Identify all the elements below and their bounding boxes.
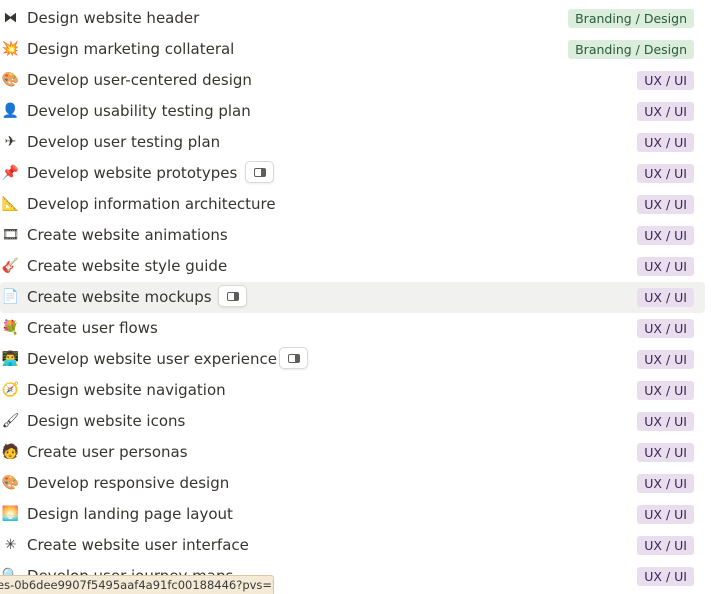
- category-tag[interactable]: UX / UI: [637, 164, 694, 183]
- category-tag[interactable]: UX / UI: [637, 536, 694, 555]
- category-tag[interactable]: UX / UI: [637, 102, 694, 121]
- list-item[interactable]: 👤 Develop usability testing plan UX / UI: [0, 96, 705, 127]
- item-title: Create user flows: [27, 319, 158, 337]
- open-in-side-peek-button[interactable]: [245, 161, 274, 183]
- link-preview-statusbar: es-0b6dee9907f5495aaf4a91fc00188446?pvs=…: [0, 575, 274, 594]
- item-title: Design landing page layout: [27, 505, 233, 523]
- category-tag[interactable]: UX / UI: [637, 195, 694, 214]
- item-title: Create website style guide: [27, 257, 228, 275]
- paper-plane-icon: ✈: [4, 134, 17, 150]
- list-item[interactable]: ✳ Create website user interface UX / UI: [0, 530, 705, 561]
- list-item[interactable]: 💐 Create user flows UX / UI: [0, 313, 705, 344]
- palette-blue-icon: 🎨: [1, 475, 20, 491]
- bouquet-icon: 💐: [1, 320, 20, 336]
- explosion-icon: 💥: [1, 41, 20, 57]
- film-strip-icon: 🎞: [1, 227, 20, 243]
- side-peek-icon: [287, 353, 300, 363]
- category-tag[interactable]: UX / UI: [637, 350, 694, 369]
- item-title: Design website icons: [27, 412, 186, 430]
- item-title: Develop website prototypes: [27, 164, 238, 182]
- item-title: Create website mockups: [27, 288, 212, 306]
- sunrise-landscape-icon: 🌅: [1, 506, 20, 522]
- paint-roller-icon: 🖌: [1, 413, 20, 429]
- list-item[interactable]: 📌 Develop website prototypes UX / UI: [0, 158, 705, 189]
- document-icon: 📄: [1, 289, 20, 305]
- list-item[interactable]: 🧭 Design website navigation UX / UI: [0, 375, 705, 406]
- item-title: Develop information architecture: [27, 195, 276, 213]
- list-item[interactable]: 🧑 Create user personas UX / UI: [0, 437, 705, 468]
- list-item[interactable]: 📄 Create website mockups UX / UI: [0, 282, 705, 313]
- list-item[interactable]: 🖌 Design website icons UX / UI: [0, 406, 705, 437]
- list-item[interactable]: 📐 Develop information architecture UX / UI: [0, 189, 705, 220]
- item-title: Create website animations: [27, 226, 228, 244]
- category-tag[interactable]: UX / UI: [637, 381, 694, 400]
- category-tag[interactable]: UX / UI: [637, 133, 694, 152]
- list-item[interactable]: 🎨 Develop user-centered design UX / UI: [0, 65, 705, 96]
- item-title: Create user personas: [27, 443, 188, 461]
- technologist-icon: 👨‍💻: [1, 351, 20, 367]
- bowtie-icon: ⧓: [3, 10, 18, 26]
- category-tag[interactable]: UX / UI: [637, 257, 694, 276]
- sparkle-burst-icon: ✳: [4, 537, 17, 553]
- list-item[interactable]: 🌅 Design landing page layout UX / UI: [0, 499, 705, 530]
- guitar-icon: 🎸: [1, 258, 20, 274]
- category-tag[interactable]: UX / UI: [637, 71, 694, 90]
- category-tag[interactable]: UX / UI: [637, 567, 694, 586]
- list-item[interactable]: ⧓ Design website header Branding / Design: [0, 3, 705, 34]
- open-in-side-peek-button[interactable]: [279, 347, 308, 369]
- list-item[interactable]: 🎨 Develop responsive design UX / UI: [0, 468, 705, 499]
- person-face-icon: 🧑: [1, 444, 20, 460]
- task-list: ⧓ Design website header Branding / Design 💥…: [0, 3, 705, 592]
- item-title: Develop user-centered design: [27, 71, 252, 89]
- item-title: Design website header: [27, 9, 200, 27]
- category-tag[interactable]: Branding / Design: [568, 40, 694, 59]
- open-in-side-peek-button[interactable]: [218, 285, 247, 307]
- category-tag[interactable]: UX / UI: [637, 412, 694, 431]
- user-silhouette-icon: 👤: [1, 103, 20, 119]
- palette-icon: 🎨: [1, 72, 20, 88]
- list-item[interactable]: 🎞 Create website animations UX / UI: [0, 220, 705, 251]
- item-title: Develop responsive design: [27, 474, 230, 492]
- category-tag[interactable]: UX / UI: [637, 443, 694, 462]
- item-title: Design marketing collateral: [27, 40, 235, 58]
- list-item[interactable]: ✈ Develop user testing plan UX / UI: [0, 127, 705, 158]
- side-peek-icon: [253, 167, 266, 177]
- category-tag[interactable]: UX / UI: [637, 288, 694, 307]
- category-tag[interactable]: UX / UI: [637, 505, 694, 524]
- list-item[interactable]: 🎸 Create website style guide UX / UI: [0, 251, 705, 282]
- item-title: Develop website user experience: [27, 350, 278, 368]
- item-title: Develop usability testing plan: [27, 102, 251, 120]
- item-title: Create website user interface: [27, 536, 249, 554]
- category-tag[interactable]: Branding / Design: [568, 9, 694, 28]
- item-title: Design website navigation: [27, 381, 226, 399]
- triangle-ruler-icon: 📐: [1, 196, 20, 212]
- category-tag[interactable]: UX / UI: [637, 226, 694, 245]
- compass-icon: 🧭: [1, 382, 20, 398]
- category-tag[interactable]: UX / UI: [637, 474, 694, 493]
- pushpin-icon: 📌: [1, 165, 20, 181]
- item-title: Develop user testing plan: [27, 133, 221, 151]
- category-tag[interactable]: UX / UI: [637, 319, 694, 338]
- list-item[interactable]: 👨‍💻 Develop website user experience UX / U…: [0, 344, 705, 375]
- list-item[interactable]: 💥 Design marketing collateral Branding / D…: [0, 34, 705, 65]
- side-peek-icon: [226, 291, 239, 301]
